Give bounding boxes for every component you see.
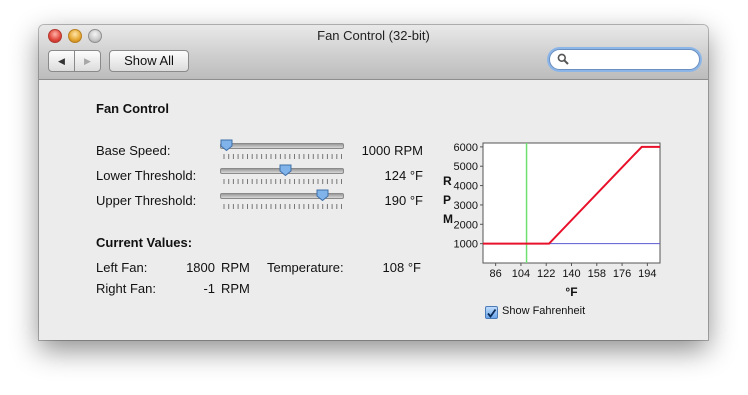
y-tick-label: 2000 <box>454 219 478 231</box>
temperature-value: 108 °F <box>382 260 421 275</box>
fan-curve-chart: 6000 5000 4000 3000 2000 1000 86 104 122 140 158 17… <box>443 142 661 299</box>
y-tick-label: 3000 <box>454 200 478 212</box>
slider-track <box>220 143 344 149</box>
x-tick-label: 176 <box>613 268 631 280</box>
right-fan-label: Right Fan: <box>96 281 156 296</box>
search-input[interactable] <box>572 51 694 69</box>
slider-thumb[interactable] <box>316 189 329 201</box>
right-fan-unit: RPM <box>221 281 250 296</box>
x-tick-label: 122 <box>537 268 555 280</box>
checkmark-icon <box>487 308 497 318</box>
x-tick-label: 140 <box>562 268 580 280</box>
base-speed-value: 1000 RPM <box>361 143 423 158</box>
x-axis-label: °F <box>565 285 577 299</box>
x-tick-label: 104 <box>512 268 530 280</box>
title-toolbar: Fan Control (32-bit) ◀ ▶ Show All <box>39 25 708 80</box>
upper-threshold-value: 190 °F <box>384 193 423 208</box>
y-tick-label: 6000 <box>454 142 478 154</box>
slider-ticks <box>223 179 342 184</box>
lower-threshold-value: 124 °F <box>384 168 423 183</box>
forward-button[interactable]: ▶ <box>75 51 100 71</box>
x-tick-label: 158 <box>588 268 606 280</box>
current-values-title: Current Values: <box>96 235 193 250</box>
y-axis-label-letter: R <box>443 174 452 188</box>
x-tick-label: 86 <box>490 268 502 280</box>
search-icon <box>557 53 569 65</box>
lower-threshold-label: Lower Threshold: <box>96 168 197 183</box>
y-tick-label: 4000 <box>454 181 478 193</box>
preferences-window: Fan Control (32-bit) ◀ ▶ Show All Fan Co… <box>39 25 708 340</box>
slider-ticks <box>223 204 342 209</box>
show-fahrenheit-label: Show Fahrenheit <box>502 305 586 317</box>
right-fan-value: -1 <box>203 281 215 296</box>
window-title: Fan Control (32-bit) <box>317 28 430 43</box>
base-speed-label: Base Speed: <box>96 143 171 158</box>
back-button[interactable]: ◀ <box>49 51 75 71</box>
left-fan-label: Left Fan: <box>96 260 148 275</box>
temperature-label: Temperature: <box>267 260 344 275</box>
section-title: Fan Control <box>96 101 169 116</box>
back-forward-control: ◀ ▶ <box>48 50 101 72</box>
y-tick-label: 5000 <box>454 161 478 173</box>
y-tick-label: 1000 <box>454 239 478 251</box>
y-axis-label-letter: M <box>443 212 453 226</box>
show-fahrenheit-checkbox[interactable] <box>485 306 498 319</box>
upper-threshold-label: Upper Threshold: <box>96 193 197 208</box>
show-all-button[interactable]: Show All <box>109 50 189 72</box>
slider-thumb[interactable] <box>220 139 233 151</box>
plot-area <box>482 142 661 264</box>
y-axis-label-letter: P <box>443 193 451 207</box>
slider-ticks <box>223 154 342 159</box>
left-fan-unit: RPM <box>221 260 250 275</box>
x-tick-label: 194 <box>638 268 656 280</box>
slider-thumb[interactable] <box>279 164 292 176</box>
left-fan-value: 1800 <box>186 260 215 275</box>
search-field[interactable] <box>549 49 700 70</box>
